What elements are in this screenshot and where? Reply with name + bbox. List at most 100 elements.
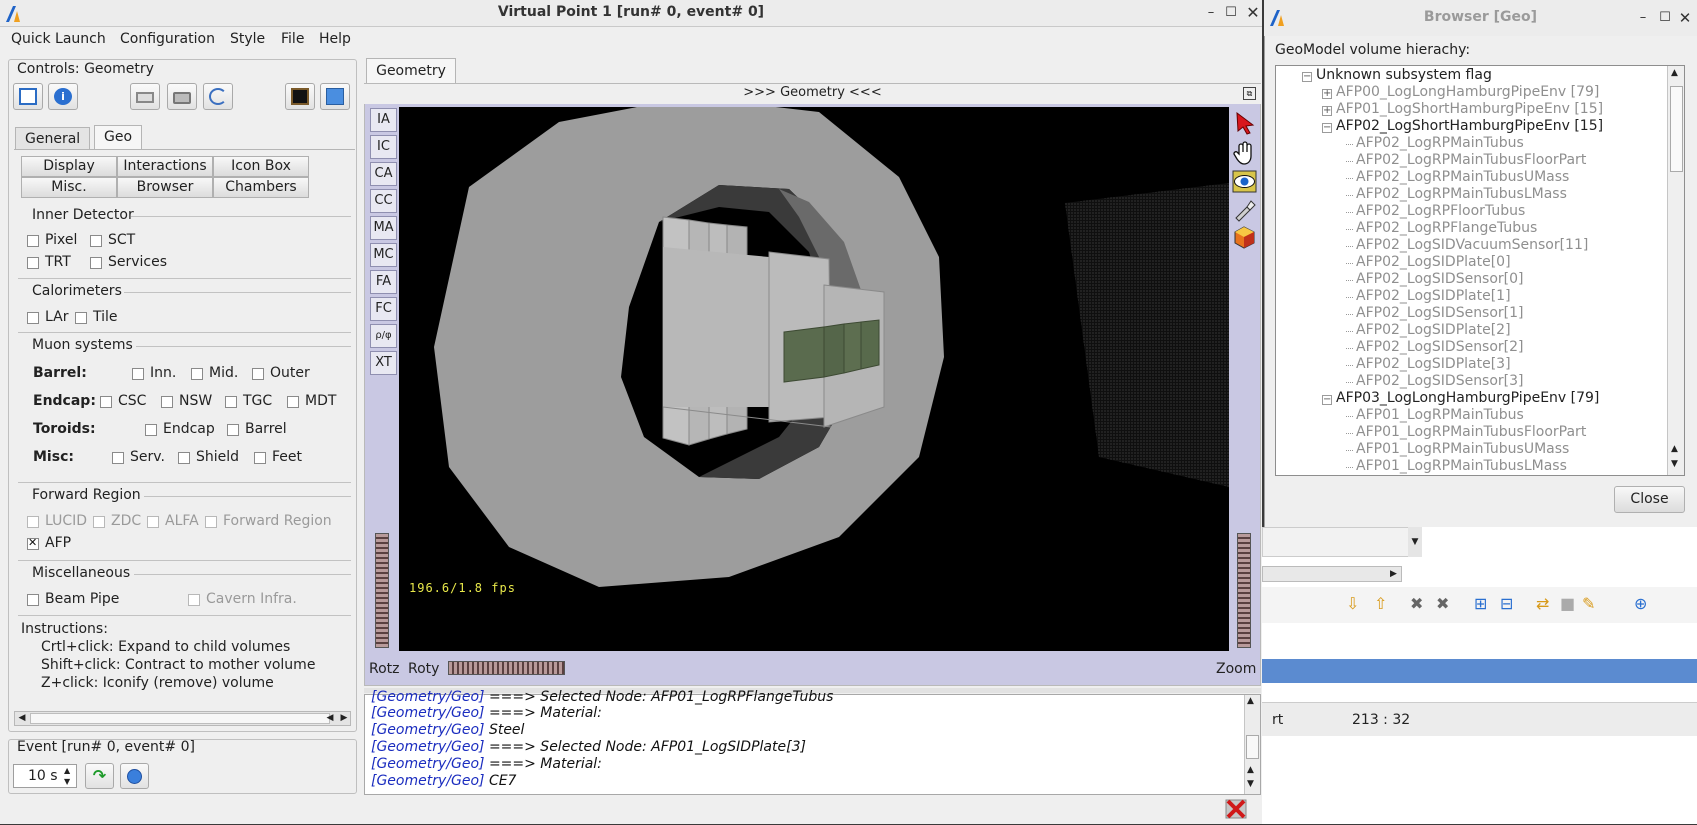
icon-box-button[interactable]: Icon Box: [213, 156, 309, 177]
tree-node[interactable]: AFP02_LogRPFlangeTubus: [1356, 220, 1537, 236]
maximize-icon[interactable]: ☐: [1222, 4, 1240, 22]
menu-help[interactable]: Help: [319, 31, 351, 47]
tree-node[interactable]: AFP02_LogSIDVacuumSensor[11]: [1356, 237, 1588, 253]
quit-button[interactable]: [1223, 797, 1249, 821]
view-ca-button[interactable]: CA: [370, 162, 397, 186]
volume-tree[interactable]: Unknown subsystem flag − AFP00_LogLongHamb…: [1275, 65, 1685, 476]
arrow-up-icon[interactable]: ⇧: [1374, 594, 1387, 613]
browser-titlebar[interactable]: Browser [Geo] – ☐ ✕: [1264, 0, 1697, 36]
lucid-checkbox[interactable]: [27, 516, 39, 528]
zoom-wheel[interactable]: [1237, 533, 1251, 648]
event-interval-spinbox[interactable]: 10 s ▲ ▼: [13, 764, 77, 788]
refresh-button[interactable]: [203, 83, 233, 110]
zdc-checkbox[interactable]: [93, 516, 105, 528]
stop-icon[interactable]: ■: [1560, 594, 1575, 613]
browser-button[interactable]: Browser: [117, 177, 213, 198]
collapse-icon[interactable]: −: [1322, 123, 1332, 133]
misc-button[interactable]: Misc.: [21, 177, 117, 198]
scroll-thumb[interactable]: [1670, 86, 1683, 172]
geometry-3d-viewer[interactable]: 196.6/1.8 fps: [399, 107, 1229, 651]
spin-up-icon[interactable]: ▲: [64, 766, 70, 775]
scroll-right-icon[interactable]: ▶: [1390, 566, 1402, 582]
collapse-icon[interactable]: −: [1302, 72, 1312, 82]
minimize-icon[interactable]: –: [1634, 9, 1652, 27]
tile-checkbox[interactable]: [75, 312, 87, 324]
menu-configuration[interactable]: Configuration: [120, 31, 215, 47]
maximize-icon[interactable]: ☐: [1656, 9, 1674, 27]
tree-node[interactable]: AFP02_LogRPMainTubusFloorPart: [1356, 152, 1586, 168]
beam-pipe-checkbox[interactable]: [27, 594, 39, 606]
toroid-endcap-checkbox[interactable]: [145, 424, 157, 436]
close-icon[interactable]: ✕: [1676, 9, 1694, 27]
arrow-down-icon[interactable]: ⇩: [1346, 594, 1359, 613]
pen-icon[interactable]: ✎: [1582, 594, 1595, 613]
tree-node[interactable]: AFP02_LogSIDPlate[1]: [1356, 288, 1511, 304]
tgc-checkbox[interactable]: [225, 396, 237, 408]
scroll-left-icon[interactable]: ◀: [15, 712, 29, 725]
view-cc-button[interactable]: CC: [370, 189, 397, 213]
feet-checkbox[interactable]: [254, 452, 266, 464]
pan-mode-button[interactable]: [1231, 139, 1258, 166]
tab-geometry[interactable]: Geometry: [366, 58, 456, 83]
chambers-button[interactable]: Chambers: [213, 177, 309, 198]
tree-node[interactable]: AFP00_LogLongHamburgPipeEnv [79]: [1336, 84, 1599, 100]
view-fa-button[interactable]: FA: [370, 270, 397, 294]
background-color-button[interactable]: [285, 83, 315, 110]
collapse-icon[interactable]: −: [1322, 395, 1332, 405]
tree-node[interactable]: AFP02_LogRPMainTubus: [1356, 135, 1524, 151]
mdt-checkbox[interactable]: [287, 396, 299, 408]
print-button[interactable]: [130, 83, 160, 110]
close-icon[interactable]: ✕: [1244, 4, 1262, 22]
shield-checkbox[interactable]: [178, 452, 190, 464]
cavern-infra-checkbox[interactable]: [188, 594, 200, 606]
view-mc-button[interactable]: MC: [370, 243, 397, 267]
scroll-thumb[interactable]: [30, 713, 330, 724]
display-button[interactable]: Display: [21, 156, 117, 177]
expand-icon[interactable]: +: [1322, 89, 1332, 99]
tree-node[interactable]: AFP03_LogLongHamburgPipeEnv [79]: [1336, 390, 1599, 406]
menu-quick-launch[interactable]: Quick Launch: [11, 31, 106, 47]
trt-checkbox[interactable]: [27, 257, 39, 269]
rotz-wheel[interactable]: [375, 533, 389, 648]
select-mode-button[interactable]: [1231, 109, 1258, 136]
info-button[interactable]: i: [48, 83, 78, 110]
pixel-checkbox[interactable]: [27, 235, 39, 247]
view-ia-button[interactable]: IA: [370, 108, 397, 132]
sync-icon[interactable]: ⇄: [1536, 594, 1549, 613]
menu-style[interactable]: Style: [230, 31, 265, 47]
serv-checkbox[interactable]: [112, 452, 124, 464]
tab-general[interactable]: General: [15, 127, 91, 150]
scroll-up-icon[interactable]: ▲: [1247, 765, 1254, 775]
new-window-button[interactable]: [13, 83, 43, 110]
view-rho-phi-button[interactable]: ρ/φ: [370, 324, 397, 348]
seek-button[interactable]: [1231, 197, 1258, 224]
sct-checkbox[interactable]: [90, 235, 102, 247]
minimize-icon[interactable]: –: [1202, 4, 1220, 22]
tree-node[interactable]: AFP02_LogShortHamburgPipeEnv [15]: [1336, 118, 1603, 134]
tree-node[interactable]: AFP02_LogRPMainTubusLMass: [1356, 186, 1567, 202]
event-info-button[interactable]: [120, 763, 149, 789]
view-ma-button[interactable]: MA: [370, 216, 397, 240]
scroll-up-icon[interactable]: ▲: [1247, 696, 1254, 706]
interactions-button[interactable]: Interactions: [117, 156, 213, 177]
browser-close-button[interactable]: Close: [1614, 486, 1685, 513]
tab-geo[interactable]: Geo: [94, 125, 143, 150]
csc-checkbox[interactable]: [100, 396, 112, 408]
bg-hscrollbar[interactable]: [1262, 566, 1402, 582]
collapse-icon[interactable]: ⊟: [1500, 594, 1513, 613]
afp-checkbox[interactable]: [27, 536, 39, 550]
tree-node[interactable]: Unknown subsystem flag: [1316, 67, 1492, 83]
tree-node[interactable]: AFP02_LogSIDSensor[1]: [1356, 305, 1524, 321]
tree-node[interactable]: AFP01_LogRPMainTubusUMass: [1356, 441, 1569, 457]
main-titlebar[interactable]: Virtual Point 1 [run# 0, event# 0] – ☐ ✕: [0, 0, 1262, 27]
view-ic-button[interactable]: IC: [370, 135, 397, 159]
tree-node[interactable]: AFP02_LogRPMainTubusUMass: [1356, 169, 1569, 185]
scroll-up-icon[interactable]: ▲: [1671, 68, 1678, 78]
alfa-checkbox[interactable]: [147, 516, 159, 528]
tree-node[interactable]: AFP02_LogSIDPlate[3]: [1356, 356, 1511, 372]
tree-node[interactable]: AFP02_LogSIDPlate[0]: [1356, 254, 1511, 270]
scroll-down-icon[interactable]: ▼: [1671, 459, 1678, 469]
tree-node[interactable]: AFP02_LogSIDSensor[0]: [1356, 271, 1524, 287]
new-icon[interactable]: ⊕: [1634, 594, 1647, 613]
detach-icon[interactable]: ⧉: [1243, 87, 1256, 100]
